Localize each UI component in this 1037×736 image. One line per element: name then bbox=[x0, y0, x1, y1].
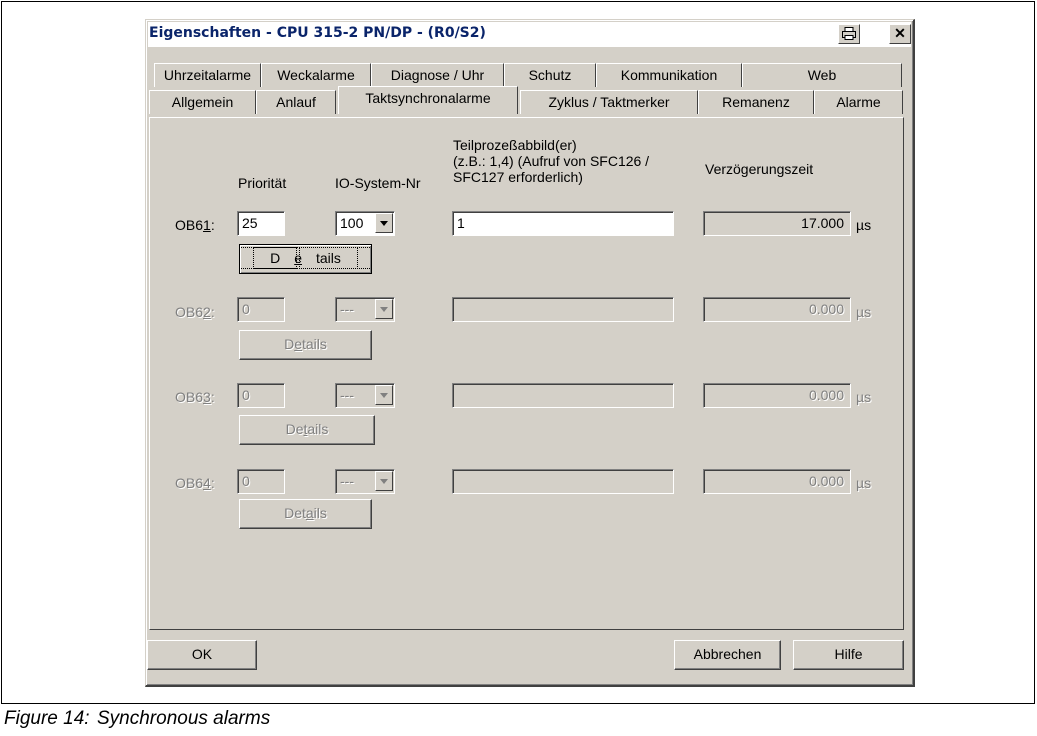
ob61-details-button[interactable]: De tails bbox=[239, 244, 372, 274]
help-button[interactable]: Hilfe bbox=[793, 640, 904, 670]
tab-panel: Priorität IO-System-Nr Teilprozeßabbild(… bbox=[149, 117, 904, 630]
tab-allgemein[interactable]: Allgemein bbox=[149, 90, 256, 114]
tab-diagnose-uhr[interactable]: Diagnose / Uhr bbox=[371, 63, 504, 87]
ob62-details-button: Details bbox=[239, 330, 372, 360]
tab-alarme[interactable]: Alarme bbox=[814, 90, 903, 114]
ob61-label: OB61: bbox=[175, 217, 215, 233]
ob62-delay-field: 0.000 bbox=[703, 297, 851, 322]
ok-button[interactable]: OK bbox=[147, 640, 257, 670]
ob64-unit: µs bbox=[856, 475, 872, 491]
tab-kommunikation[interactable]: Kommunikation bbox=[596, 63, 742, 87]
ob62-priority-input: 0 bbox=[237, 297, 285, 322]
ob63-label: OB63: bbox=[175, 389, 215, 405]
ob63-io-system-select: --- bbox=[335, 383, 395, 408]
header-delay: Verzögerungszeit bbox=[705, 161, 814, 177]
ob64-io-system-select: --- bbox=[335, 469, 395, 494]
ob63-unit: µs bbox=[856, 389, 872, 405]
ob61-unit: µs bbox=[856, 217, 872, 233]
tab-zyklus-taktmerker[interactable]: Zyklus / Taktmerker bbox=[520, 90, 698, 114]
tab-weckalarme[interactable]: Weckalarme bbox=[261, 63, 371, 87]
tab-taktsynchronalarme[interactable]: Taktsynchronalarme bbox=[338, 86, 518, 114]
header-process-image: Teilprozeßabbild(er) (z.B.: 1,4) (Aufruf… bbox=[453, 137, 650, 185]
header-io-system: IO-System-Nr bbox=[335, 175, 421, 191]
tab-schutz[interactable]: Schutz bbox=[504, 63, 596, 87]
chevron-down-icon[interactable] bbox=[375, 213, 393, 233]
close-icon[interactable]: ✕ bbox=[889, 24, 911, 44]
ob62-unit: µs bbox=[856, 304, 872, 320]
ob61-priority-input[interactable]: 25 bbox=[237, 211, 285, 236]
ob62-label: OB62: bbox=[175, 304, 215, 320]
ob63-priority-input: 0 bbox=[237, 383, 285, 408]
ob64-process-image-input bbox=[452, 469, 674, 494]
ob64-delay-field: 0.000 bbox=[703, 469, 851, 494]
tab-anlauf[interactable]: Anlauf bbox=[256, 90, 336, 114]
tab-remanenz[interactable]: Remanenz bbox=[698, 90, 814, 114]
ob62-io-system-select: --- bbox=[335, 297, 395, 322]
properties-dialog: Eigenschaften - CPU 315-2 PN/DP - (R0/S2… bbox=[145, 19, 915, 687]
chevron-down-icon bbox=[375, 299, 393, 319]
tab-uhrzeitalarme[interactable]: Uhrzeitalarme bbox=[154, 63, 261, 87]
print-icon[interactable] bbox=[838, 24, 860, 44]
tab-web[interactable]: Web bbox=[742, 63, 902, 87]
caption-number: Figure 14: bbox=[4, 708, 90, 729]
ob64-priority-input: 0 bbox=[237, 469, 285, 494]
title-bar: Eigenschaften - CPU 315-2 PN/DP - (R0/S2… bbox=[148, 22, 911, 47]
caption-text: Synchronous alarms bbox=[97, 708, 271, 729]
ob63-delay-field: 0.000 bbox=[703, 383, 851, 408]
ob61-process-image-input[interactable]: 1 bbox=[452, 211, 674, 236]
ob63-details-button: Details bbox=[239, 415, 375, 445]
ob62-process-image-input bbox=[452, 297, 674, 322]
ob61-delay-field: 17.000 bbox=[703, 211, 851, 236]
figure-caption: Figure 14: Synchronous alarms bbox=[4, 708, 270, 730]
ob63-process-image-input bbox=[452, 383, 674, 408]
window-title: Eigenschaften - CPU 315-2 PN/DP - (R0/S2… bbox=[149, 25, 486, 41]
chevron-down-icon bbox=[375, 385, 393, 405]
ob61-io-system-select[interactable]: 100 bbox=[335, 211, 395, 236]
ob64-details-button: Details bbox=[239, 499, 372, 529]
cancel-button[interactable]: Abbrechen bbox=[674, 640, 781, 670]
ob64-label: OB64: bbox=[175, 475, 215, 491]
chevron-down-icon bbox=[375, 471, 393, 491]
header-priority: Priorität bbox=[238, 175, 287, 191]
